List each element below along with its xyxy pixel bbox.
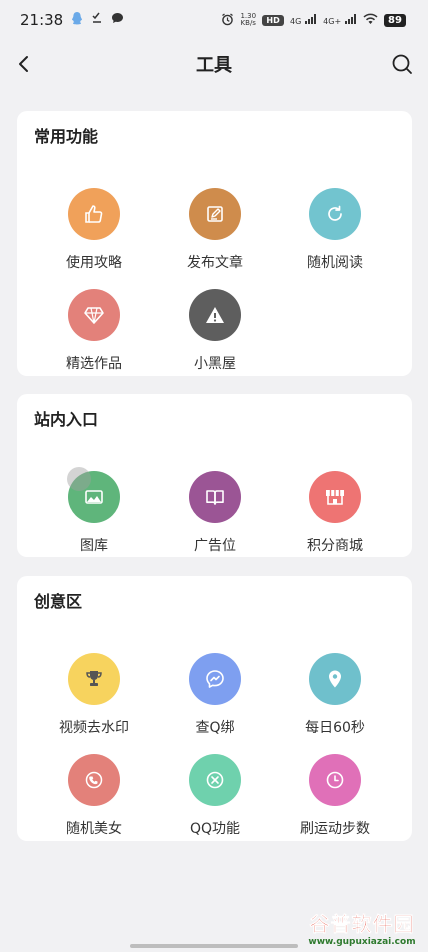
thumbs-up-icon bbox=[85, 205, 103, 223]
signal-4g: 4G bbox=[290, 13, 317, 27]
tile-icon-circle bbox=[68, 653, 120, 705]
search-icon bbox=[392, 54, 412, 74]
section-title: 常用功能 bbox=[34, 127, 99, 146]
tile-icon-circle bbox=[68, 188, 120, 240]
hd-badge: HD bbox=[262, 14, 285, 26]
tile-usage-guide[interactable]: 使用攻略 bbox=[39, 188, 149, 278]
alarm-icon bbox=[221, 12, 234, 28]
signal-4g-plus-label: 4G+ bbox=[323, 17, 342, 26]
tile-brush-step-count[interactable]: 刷运动步数 bbox=[280, 754, 390, 844]
phone-icon bbox=[85, 771, 103, 789]
tile-icon-circle bbox=[309, 188, 361, 240]
section-card-creative-zone: 创意区 视频去水印 查Q绑 每日60秒 随机美女 QQ功能 刷运动步数 bbox=[17, 576, 412, 841]
tile-label: 视频去水印 bbox=[59, 720, 129, 736]
tile-random-read[interactable]: 随机阅读 bbox=[280, 188, 390, 278]
signal-bars-icon bbox=[345, 14, 356, 24]
section-title: 创意区 bbox=[34, 592, 83, 611]
tile-points-mall[interactable]: 积分商城 bbox=[280, 471, 390, 561]
tile-qq-functions[interactable]: QQ功能 bbox=[160, 754, 270, 844]
tile-label: QQ功能 bbox=[189, 821, 241, 837]
tile-label: 随机阅读 bbox=[307, 255, 363, 271]
section-card-site-entrances: 站内入口 图库 广告位 积分商城 bbox=[17, 394, 412, 557]
signal-4g-plus: 4G+ bbox=[323, 13, 357, 27]
touch-ripple bbox=[67, 467, 91, 491]
tile-featured-works[interactable]: 精选作品 bbox=[39, 289, 149, 379]
wifi-icon bbox=[363, 13, 378, 27]
signal-4g-label: 4G bbox=[290, 17, 302, 26]
tile-label: 精选作品 bbox=[66, 356, 122, 372]
network-speed: 1.30 KB/s bbox=[240, 13, 256, 27]
refresh-icon bbox=[328, 205, 342, 221]
tile-random-beauty[interactable]: 随机美女 bbox=[39, 754, 149, 844]
messenger-icon bbox=[206, 670, 224, 688]
tile-icon-circle bbox=[189, 471, 241, 523]
top-navigation-bar: 工具 bbox=[0, 40, 428, 88]
page-title: 工具 bbox=[196, 55, 232, 76]
status-bar: 21:38 1.30 KB/s HD 4G 4G+ 89 bbox=[0, 0, 428, 40]
chevron-left-icon bbox=[19, 56, 28, 72]
tile-label: 刷运动步数 bbox=[300, 821, 370, 837]
tile-icon-circle bbox=[309, 471, 361, 523]
tile-daily-60-seconds[interactable]: 每日60秒 bbox=[280, 653, 390, 743]
tile-label: 随机美女 bbox=[66, 821, 122, 837]
tile-icon-circle bbox=[309, 653, 361, 705]
back-button[interactable] bbox=[10, 50, 38, 78]
section-title: 站内入口 bbox=[34, 410, 99, 429]
search-button[interactable] bbox=[388, 50, 416, 78]
diamond-icon bbox=[84, 307, 104, 324]
location-pin-icon bbox=[329, 670, 341, 688]
tile-icon-circle bbox=[309, 754, 361, 806]
tile-label: 图库 bbox=[80, 538, 108, 554]
close-circle-icon bbox=[206, 771, 224, 789]
home-indicator-bar[interactable] bbox=[130, 944, 298, 948]
tile-label: 小黑屋 bbox=[194, 356, 236, 372]
qq-notification-icon bbox=[71, 11, 83, 29]
watermark-url: www.gupuxiazai.com bbox=[308, 936, 416, 947]
tile-label: 发布文章 bbox=[187, 255, 243, 271]
signal-bars-icon bbox=[305, 14, 317, 24]
tile-blacklist-room[interactable]: 小黑屋 bbox=[160, 289, 270, 379]
tile-icon-circle bbox=[68, 754, 120, 806]
tile-icon-circle bbox=[189, 289, 241, 341]
store-icon bbox=[326, 490, 344, 505]
tile-label: 查Q绑 bbox=[195, 720, 235, 736]
tile-icon-circle bbox=[189, 754, 241, 806]
tile-publish-article[interactable]: 发布文章 bbox=[160, 188, 270, 278]
clock-icon bbox=[326, 771, 344, 789]
tile-check-qq-binding[interactable]: 查Q绑 bbox=[160, 653, 270, 743]
tile-video-watermark-remove[interactable]: 视频去水印 bbox=[39, 653, 149, 743]
network-speed-unit: KB/s bbox=[240, 19, 256, 27]
tile-icon-circle bbox=[189, 653, 241, 705]
tile-gallery[interactable]: 图库 bbox=[39, 471, 149, 561]
download-check-icon bbox=[91, 12, 103, 28]
section-card-common-functions: 常用功能 使用攻略 发布文章 随机阅读 精选作品 小黑屋 bbox=[17, 111, 412, 376]
status-time: 21:38 bbox=[20, 11, 64, 29]
watermark-title: 谷普软件园 bbox=[309, 911, 415, 936]
trophy-icon bbox=[86, 671, 102, 686]
tile-ad-space[interactable]: 广告位 bbox=[160, 471, 270, 561]
tile-icon-circle bbox=[68, 289, 120, 341]
message-bubble-icon bbox=[111, 12, 124, 28]
tile-label: 每日60秒 bbox=[305, 720, 365, 736]
battery-level: 89 bbox=[384, 13, 406, 27]
tile-label: 积分商城 bbox=[307, 538, 363, 554]
site-watermark: 谷普软件园 www.gupuxiazai.com bbox=[298, 904, 426, 950]
warning-icon bbox=[206, 307, 224, 323]
tile-label: 使用攻略 bbox=[66, 255, 122, 271]
edit-icon bbox=[207, 206, 223, 222]
image-icon bbox=[85, 490, 103, 504]
tile-label: 广告位 bbox=[194, 538, 236, 554]
tile-icon-circle bbox=[189, 188, 241, 240]
book-icon bbox=[206, 490, 224, 505]
